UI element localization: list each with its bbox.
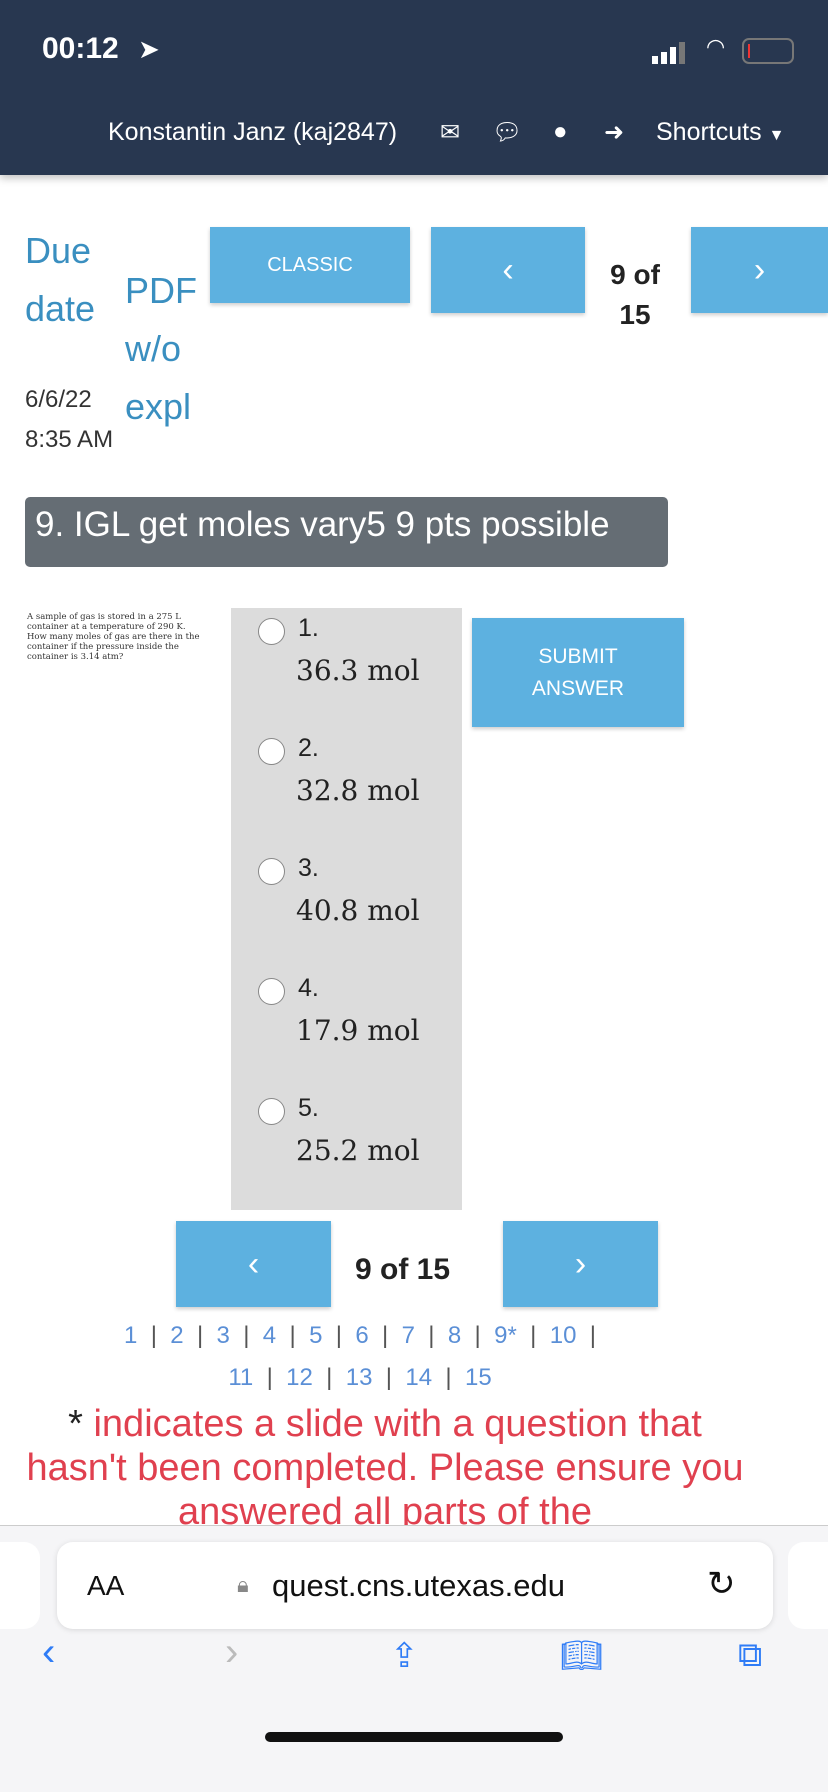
choice-4[interactable]: 4. 17.9 mol — [258, 974, 458, 1084]
reader-aa-button[interactable]: AA — [87, 1570, 124, 1602]
page-link[interactable]: 3 — [217, 1322, 230, 1349]
classic-button[interactable]: CLASSIC — [210, 227, 410, 303]
page-link[interactable]: 7 — [402, 1322, 415, 1349]
pdf-link[interactable]: PDF w/o expl — [125, 262, 205, 436]
forward-icon[interactable]: › — [225, 1630, 238, 1675]
choice-value: 32.8 mol — [296, 774, 420, 807]
page-link[interactable]: 11 — [228, 1364, 253, 1391]
user-name: Konstantin Janz (kaj2847) — [108, 118, 398, 146]
choice-number: 4. — [298, 974, 319, 1002]
choice-5[interactable]: 5. 25.2 mol — [258, 1094, 458, 1204]
share-icon[interactable]: ⇪ — [390, 1636, 419, 1676]
choice-3[interactable]: 3. 40.8 mol — [258, 854, 458, 964]
submit-answer-button[interactable]: SUBMIT ANSWER — [472, 618, 684, 727]
page-link[interactable]: 15 — [465, 1364, 492, 1391]
caret-down-icon: ▼ — [768, 127, 785, 144]
page-link[interactable]: 10 — [550, 1322, 577, 1349]
shortcuts-menu[interactable]: Shortcuts ▼ — [656, 118, 784, 147]
page-link[interactable]: 13 — [346, 1364, 373, 1391]
incomplete-note: * indicates a slide with a question that… — [20, 1402, 750, 1534]
bookmarks-icon[interactable]: 📖︎ — [560, 1636, 603, 1676]
next-button[interactable]: › — [691, 227, 828, 313]
choice-2[interactable]: 2. 32.8 mol — [258, 734, 458, 844]
radio-button[interactable] — [258, 1098, 285, 1125]
page-link[interactable]: 4 — [263, 1322, 276, 1349]
page-link-current[interactable]: 9* — [494, 1322, 517, 1349]
note-star: * — [68, 1403, 83, 1445]
battery-icon — [742, 38, 794, 64]
reload-icon[interactable]: ↻ — [707, 1564, 736, 1604]
choice-number: 2. — [298, 734, 319, 762]
page-link[interactable]: 2 — [170, 1322, 183, 1349]
choice-1[interactable]: 1. 36.3 mol — [258, 614, 458, 724]
page-link[interactable]: 14 — [405, 1364, 432, 1391]
tabs-icon[interactable]: ⧉ — [738, 1636, 762, 1675]
radio-button[interactable] — [258, 618, 285, 645]
user-icon[interactable]: ● — [553, 118, 568, 146]
bottom-next-button[interactable]: › — [503, 1221, 658, 1307]
radio-button[interactable] — [258, 738, 285, 765]
page-link[interactable]: 8 — [448, 1322, 461, 1349]
home-indicator — [265, 1732, 563, 1742]
mail-icon[interactable]: ✉ — [440, 118, 460, 147]
location-icon: ➤ — [138, 34, 160, 64]
top-header: 00:12 ➤ ◠ Konstantin Janz (kaj2847) ✉ 💬︎… — [0, 0, 828, 175]
choice-value: 25.2 mol — [296, 1134, 420, 1167]
wifi-icon: ◠ — [706, 34, 726, 59]
note-text: indicates a slide with a question that h… — [26, 1403, 744, 1533]
page-link[interactable]: 5 — [309, 1322, 322, 1349]
choice-number: 1. — [298, 614, 319, 642]
radio-button[interactable] — [258, 858, 285, 885]
choice-value: 36.3 mol — [296, 654, 420, 687]
question-title: 9. IGL get moles vary5 9 pts possible — [25, 497, 668, 567]
page-link[interactable]: 6 — [355, 1322, 368, 1349]
radio-button[interactable] — [258, 978, 285, 1005]
logout-icon[interactable]: ➜ — [604, 118, 624, 147]
choice-number: 5. — [298, 1094, 319, 1122]
page-links-row-2: 11 | 12 | 13 | 14 | 15 — [228, 1364, 492, 1391]
url-bar[interactable]: AA 🔒︎ quest.cns.utexas.edu ↻ — [57, 1542, 773, 1629]
shortcuts-label: Shortcuts — [656, 118, 762, 146]
bottom-prev-button[interactable]: ‹ — [176, 1221, 331, 1307]
due-date: 6/6/22 8:35 AM — [25, 386, 114, 453]
page-link[interactable]: 1 — [124, 1322, 137, 1349]
back-icon[interactable]: ‹ — [42, 1630, 55, 1675]
signal-icon — [652, 42, 692, 64]
due-date-label: Due date — [25, 230, 96, 329]
choice-value: 40.8 mol — [296, 894, 420, 927]
choice-number: 3. — [298, 854, 319, 882]
next-tab-pill[interactable] — [788, 1542, 828, 1629]
choice-value: 17.9 mol — [296, 1014, 420, 1047]
prev-tab-pill[interactable] — [0, 1542, 40, 1629]
prev-button[interactable]: ‹ — [431, 227, 585, 313]
page-links-row-1: 1 | 2 | 3 | 4 | 5 | 6 | 7 | 8 | 9* | 10 … — [124, 1322, 596, 1349]
bottom-position: 9 of 15 — [355, 1253, 451, 1286]
url-text: quest.cns.utexas.edu — [272, 1568, 565, 1603]
position-indicator: 9 of 15 — [610, 259, 660, 330]
page-link[interactable]: 12 — [286, 1364, 313, 1391]
status-time: 00:12 — [42, 32, 119, 65]
question-text: A sample of gas is stored in a 275 L con… — [27, 612, 200, 662]
lock-icon: 🔒︎ — [237, 1572, 249, 1597]
chat-icon[interactable]: 💬︎ — [492, 118, 522, 147]
